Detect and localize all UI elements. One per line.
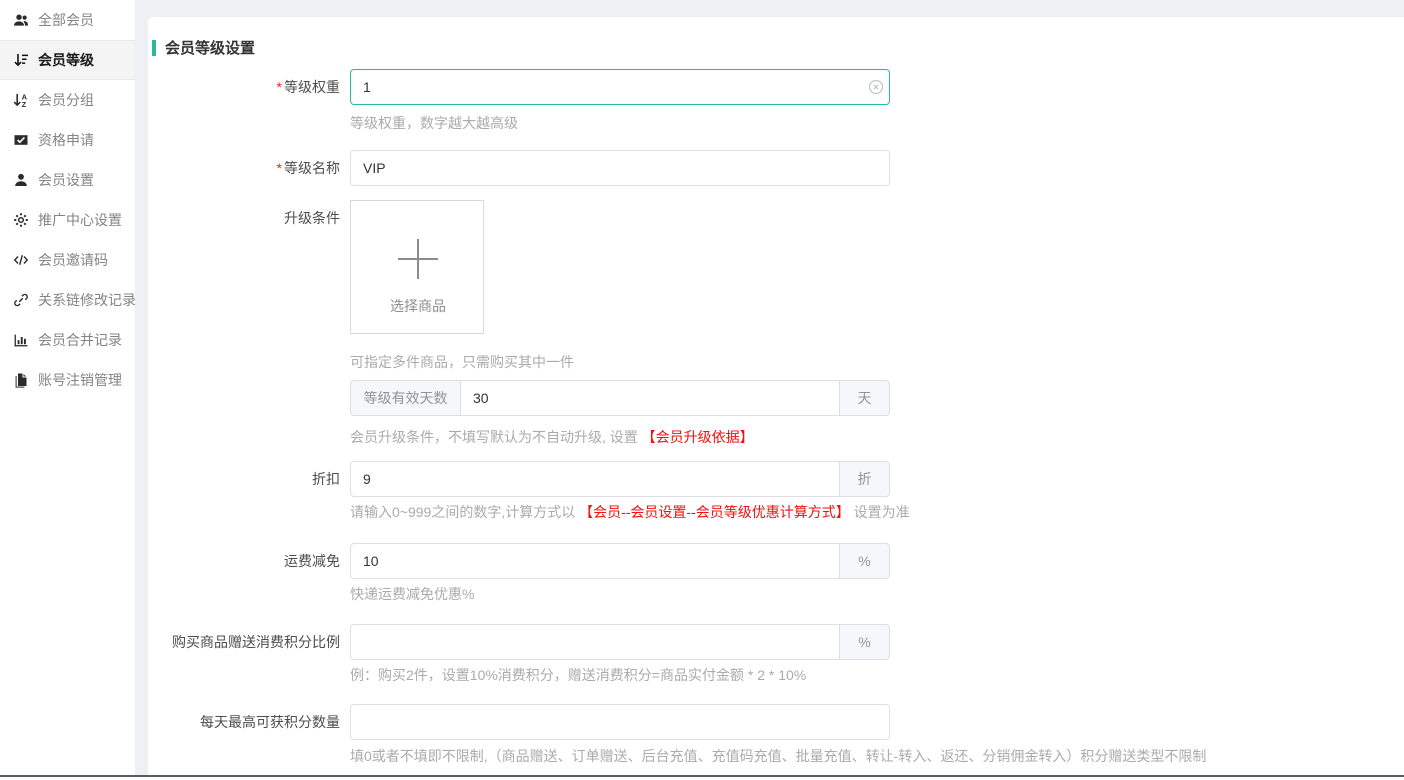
level-weight-label: *等级权重 — [148, 69, 340, 105]
sidebar-item-label: 关系链修改记录 — [38, 290, 136, 310]
sidebar-item-invite-code[interactable]: 会员邀请码 — [0, 240, 135, 280]
shipping-suffix: % — [840, 543, 890, 579]
discount-label: 折扣 — [148, 461, 340, 497]
discount-input[interactable] — [350, 461, 840, 497]
daily-points-cap-input[interactable] — [350, 704, 890, 740]
sidebar-item-promotion-center[interactable]: 推广中心设置 — [0, 200, 135, 240]
discount-suffix: 折 — [840, 461, 890, 497]
upgrade-condition-label: 升级条件 — [148, 200, 340, 236]
required-mark: * — [277, 160, 282, 176]
points-ratio-label: 购买商品赠送消费积分比例 — [148, 624, 340, 660]
valid-days-input[interactable] — [460, 380, 840, 416]
shipping-label: 运费减免 — [148, 543, 340, 579]
sidebar-item-label: 全部会员 — [38, 10, 94, 30]
required-mark: * — [277, 79, 282, 95]
sidebar-item-member-level[interactable]: 会员等级 — [0, 40, 135, 80]
shipping-input[interactable] — [350, 543, 840, 579]
discount-help: 请输入0~999之间的数字,计算方式以 【会员--会员设置--会员等级优惠计算方… — [350, 505, 910, 520]
content-card: 会员等级设置 *等级权重 等级权重，数字越大越高级 *等级名称 升级条件 选择商… — [148, 17, 1404, 775]
title-accent-bar — [152, 40, 156, 56]
sidebar-item-account-cancellation[interactable]: 账号注销管理 — [0, 360, 135, 400]
points-ratio-suffix: % — [840, 624, 890, 660]
discount-calc-link[interactable]: 【会员--会员设置--会员等级优惠计算方式】 — [579, 504, 850, 520]
sidebar-item-all-members[interactable]: 全部会员 — [0, 0, 135, 40]
bar-chart-icon — [13, 332, 29, 348]
sidebar-item-label: 会员等级 — [38, 50, 94, 70]
users-icon — [13, 12, 29, 28]
sidebar-item-label: 会员分组 — [38, 90, 94, 110]
sidebar-item-relation-log[interactable]: 关系链修改记录 — [0, 280, 135, 320]
code-icon — [13, 252, 29, 268]
sidebar-item-merge-log[interactable]: 会员合并记录 — [0, 320, 135, 360]
svg-text:Z: Z — [22, 100, 27, 108]
select-product-label: 选择商品 — [351, 296, 485, 316]
level-name-label: *等级名称 — [148, 150, 340, 186]
sidebar: 全部会员 会员等级 AZ 会员分组 资格申请 会员设置 — [0, 0, 135, 775]
level-name-input[interactable] — [350, 150, 890, 186]
plus-icon — [398, 239, 438, 279]
sidebar-item-qualification[interactable]: 资格申请 — [0, 120, 135, 160]
approval-icon — [13, 132, 29, 148]
link-icon — [13, 292, 29, 308]
clear-input-icon[interactable] — [868, 79, 884, 95]
upgrade-rule-help: 会员升级条件，不填写默认为不自动升级, 设置 【会员升级依据】 — [350, 430, 754, 445]
gear-icon — [13, 212, 29, 228]
valid-days-prefix: 等级有效天数 — [350, 380, 460, 416]
section-title: 会员等级设置 — [152, 37, 255, 58]
sidebar-item-label: 会员合并记录 — [38, 330, 122, 350]
level-weight-input[interactable] — [350, 69, 890, 105]
page-title: 会员等级设置 — [165, 37, 255, 58]
sidebar-item-label: 推广中心设置 — [38, 210, 122, 230]
sidebar-item-label: 账号注销管理 — [38, 370, 122, 390]
upgrade-basis-link[interactable]: 【会员升级依据】 — [642, 429, 754, 445]
daily-points-cap-help: 填0或者不填即不限制,（商品赠送、订单赠送、后台充值、充值码充值、批量充值、转让… — [350, 749, 1206, 764]
sidebar-item-member-settings[interactable]: 会员设置 — [0, 160, 135, 200]
daily-points-cap-label: 每天最高可获积分数量 — [148, 704, 340, 740]
upgrade-condition-help: 可指定多件商品，只需购买其中一件 — [350, 355, 574, 370]
sort-alpha-icon: AZ — [13, 92, 29, 108]
shipping-help: 快递运费减免优惠% — [350, 587, 474, 602]
sidebar-item-label: 会员邀请码 — [38, 250, 108, 270]
user-icon — [13, 172, 29, 188]
sort-amount-icon — [13, 52, 29, 68]
valid-days-suffix: 天 — [840, 380, 890, 416]
select-product-upload[interactable]: 选择商品 — [350, 200, 484, 334]
points-ratio-help: 例：购买2件，设置10%消费积分，赠送消费积分=商品实付金额 * 2 * 10% — [350, 668, 806, 683]
level-weight-help: 等级权重，数字越大越高级 — [350, 116, 518, 131]
sidebar-item-label: 资格申请 — [38, 130, 94, 150]
sidebar-item-label: 会员设置 — [38, 170, 94, 190]
points-ratio-input[interactable] — [350, 624, 840, 660]
page: 全部会员 会员等级 AZ 会员分组 资格申请 会员设置 — [0, 0, 1404, 780]
sidebar-item-member-group[interactable]: AZ 会员分组 — [0, 80, 135, 120]
file-copy-icon — [13, 372, 29, 388]
